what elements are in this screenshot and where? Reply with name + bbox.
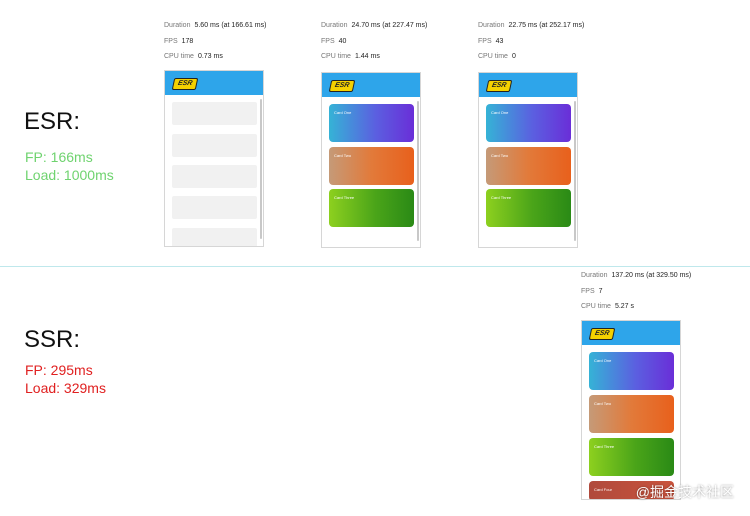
esr-logo: ESR [588, 328, 616, 340]
frame-3-stats: Duration 22.75 ms (at 252.17 ms) FPS 43 CP… [478, 18, 584, 65]
duration-value: 22.75 ms (at 252.17 ms) [508, 22, 585, 29]
section-divider [0, 266, 750, 267]
card-two[interactable]: Card Two [486, 147, 571, 185]
duration-value: 24.70 ms (at 227.47 ms) [351, 22, 428, 29]
esr-logo: ESR [328, 80, 356, 92]
frame-2-stats: Duration 24.70 ms (at 227.47 ms) FPS 40 CP… [321, 18, 427, 65]
app-header: ESR [165, 71, 263, 95]
duration-label: Duration [321, 22, 348, 29]
duration-label: Duration [581, 272, 608, 279]
frame-4-phone[interactable]: ESR Card One Card Two Card Three Card Fo… [581, 320, 681, 500]
fps-label: FPS [164, 37, 178, 45]
duration-value: 5.60 ms (at 166.61 ms) [194, 22, 267, 29]
app-header: ESR [322, 73, 420, 97]
cpu-value: 0 [511, 53, 516, 60]
card-three[interactable]: Card Three [589, 438, 674, 476]
fps-value: 43 [495, 37, 504, 45]
skeleton-block [172, 134, 257, 157]
frame-1-stats: Duration 5.60 ms (at 166.61 ms) FPS 178 CP… [164, 18, 266, 65]
cpu-label: CPU time [581, 303, 611, 310]
skeleton-block [172, 196, 257, 219]
frame-2-phone[interactable]: ESR Card One Card Two Card Three [321, 72, 421, 248]
duration-value: 137.20 ms (at 329.50 ms) [611, 272, 692, 279]
scrollbar[interactable] [417, 101, 419, 241]
cpu-value: 5.27 s [614, 303, 635, 310]
app-header: ESR [582, 321, 680, 345]
fps-label: FPS [321, 37, 335, 45]
esr-logo: ESR [171, 78, 199, 90]
card-two[interactable]: Card Two [329, 147, 414, 185]
fps-value: 40 [338, 37, 347, 45]
cpu-value: 1.44 ms [354, 53, 380, 60]
esr-heading: ESR: [24, 108, 81, 135]
duration-label: Duration [164, 22, 191, 29]
ssr-fp: FP: 295ms [25, 362, 93, 378]
frame-3-phone[interactable]: ESR Card One Card Two Card Three [478, 72, 578, 248]
ssr-load: Load: 329ms [25, 380, 106, 396]
card-one[interactable]: Card One [486, 104, 571, 142]
fps-label: FPS [581, 287, 595, 295]
watermark: @掘金技术社区 [635, 484, 734, 500]
duration-label: Duration [478, 22, 505, 29]
esr-logo: ESR [485, 80, 513, 92]
cpu-value: 0.73 ms [197, 53, 223, 60]
cpu-label: CPU time [478, 53, 508, 60]
ssr-heading: SSR: [24, 326, 81, 353]
card-three[interactable]: Card Three [329, 189, 414, 227]
esr-load: Load: 1000ms [25, 167, 114, 183]
card-two[interactable]: Card Two [589, 395, 674, 433]
card-one[interactable]: Card One [589, 352, 674, 390]
scrollbar[interactable] [574, 101, 576, 241]
skeleton-block [172, 228, 257, 246]
fps-value: 178 [181, 37, 194, 45]
skeleton-block [172, 165, 257, 188]
fps-value: 7 [598, 287, 603, 295]
cpu-label: CPU time [164, 53, 194, 60]
skeleton-block [172, 102, 257, 125]
app-header: ESR [479, 73, 577, 97]
card-three[interactable]: Card Three [486, 189, 571, 227]
fps-label: FPS [478, 37, 492, 45]
frame-4-stats: Duration 137.20 ms (at 329.50 ms) FPS 7 CP… [581, 268, 691, 315]
scrollbar[interactable] [260, 99, 262, 239]
card-one[interactable]: Card One [329, 104, 414, 142]
cpu-label: CPU time [321, 53, 351, 60]
frame-1-phone[interactable]: ESR [164, 70, 264, 247]
esr-fp: FP: 166ms [25, 149, 93, 165]
